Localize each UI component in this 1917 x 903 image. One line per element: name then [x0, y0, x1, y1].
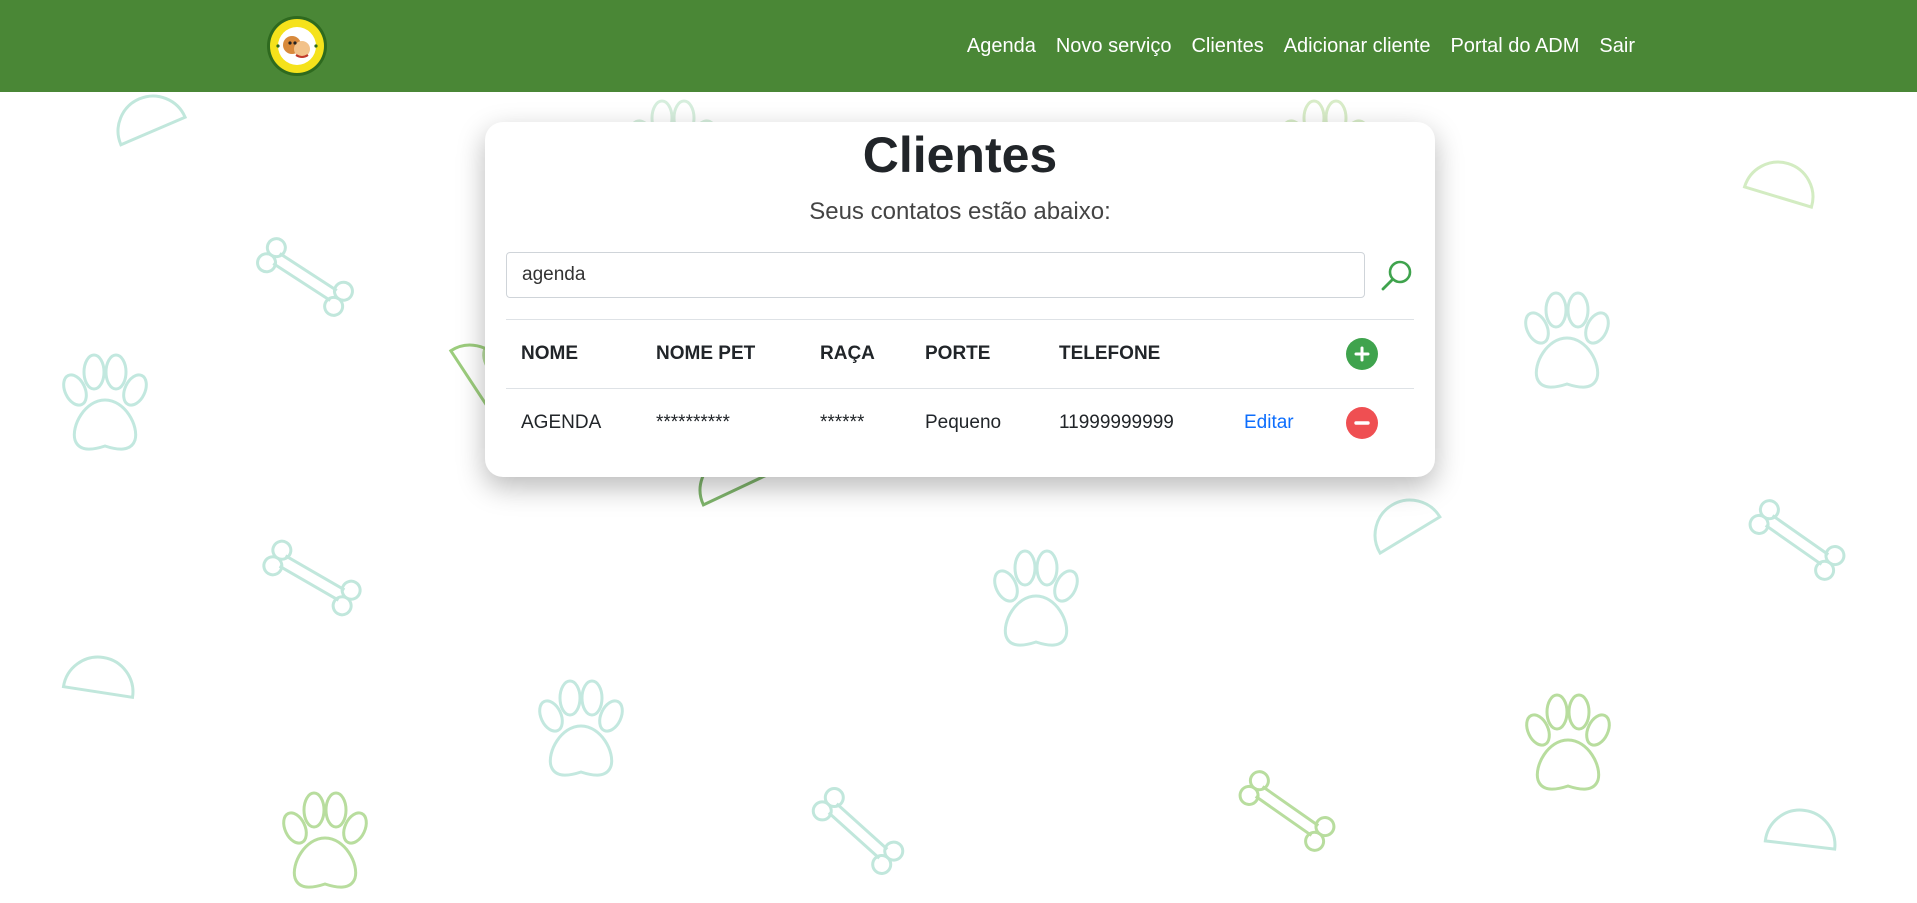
header-telefone: TELEFONE [1059, 343, 1161, 364]
plus-icon [1354, 346, 1370, 362]
cell-telefone: 11999999999 [1059, 412, 1174, 433]
nav-links: Agenda Novo serviço Clientes Adicionar c… [957, 0, 1645, 92]
table-header: NOME NOME PET RAÇA PORTE TELEFONE [506, 319, 1414, 388]
nav-agenda[interactable]: Agenda [957, 35, 1046, 58]
remove-client-button[interactable] [1346, 407, 1378, 439]
search-icon[interactable] [1379, 258, 1415, 294]
nav-portal-adm[interactable]: Portal do ADM [1440, 35, 1589, 58]
add-client-cell [1346, 320, 1378, 388]
table-row: AGENDA ********** ****** Pequeno 1199999… [506, 388, 1414, 457]
header-nome: NOME [521, 343, 578, 364]
navbar: Agenda Novo serviço Clientes Adicionar c… [0, 0, 1917, 92]
nav-sair[interactable]: Sair [1589, 35, 1645, 58]
nav-clientes[interactable]: Clientes [1181, 35, 1273, 58]
cell-porte: Pequeno [925, 412, 1002, 433]
header-porte: PORTE [925, 343, 991, 364]
cell-raca: ****** [820, 412, 865, 433]
brand-logo[interactable] [266, 15, 328, 77]
cell-nome-pet: ********** [656, 412, 730, 433]
header-raca: RAÇA [820, 343, 875, 364]
clients-table: NOME NOME PET RAÇA PORTE TELEFONE AGENDA… [506, 319, 1414, 457]
cell-nome: AGENDA [521, 412, 602, 433]
add-client-button[interactable] [1346, 338, 1378, 370]
remove-client-cell [1346, 389, 1378, 457]
nav-novo-servico[interactable]: Novo serviço [1046, 35, 1182, 58]
page-title: Clientes [862, 127, 1058, 183]
nav-adicionar-cliente[interactable]: Adicionar cliente [1274, 35, 1441, 58]
minus-icon [1354, 421, 1370, 425]
search-input[interactable] [506, 252, 1365, 298]
edit-link[interactable]: Editar [1244, 389, 1294, 457]
clients-card: Clientes Seus contatos estão abaixo: NOM… [485, 122, 1435, 477]
page-subtitle: Seus contatos estão abaixo: [809, 198, 1111, 225]
header-nome-pet: NOME PET [656, 343, 756, 364]
